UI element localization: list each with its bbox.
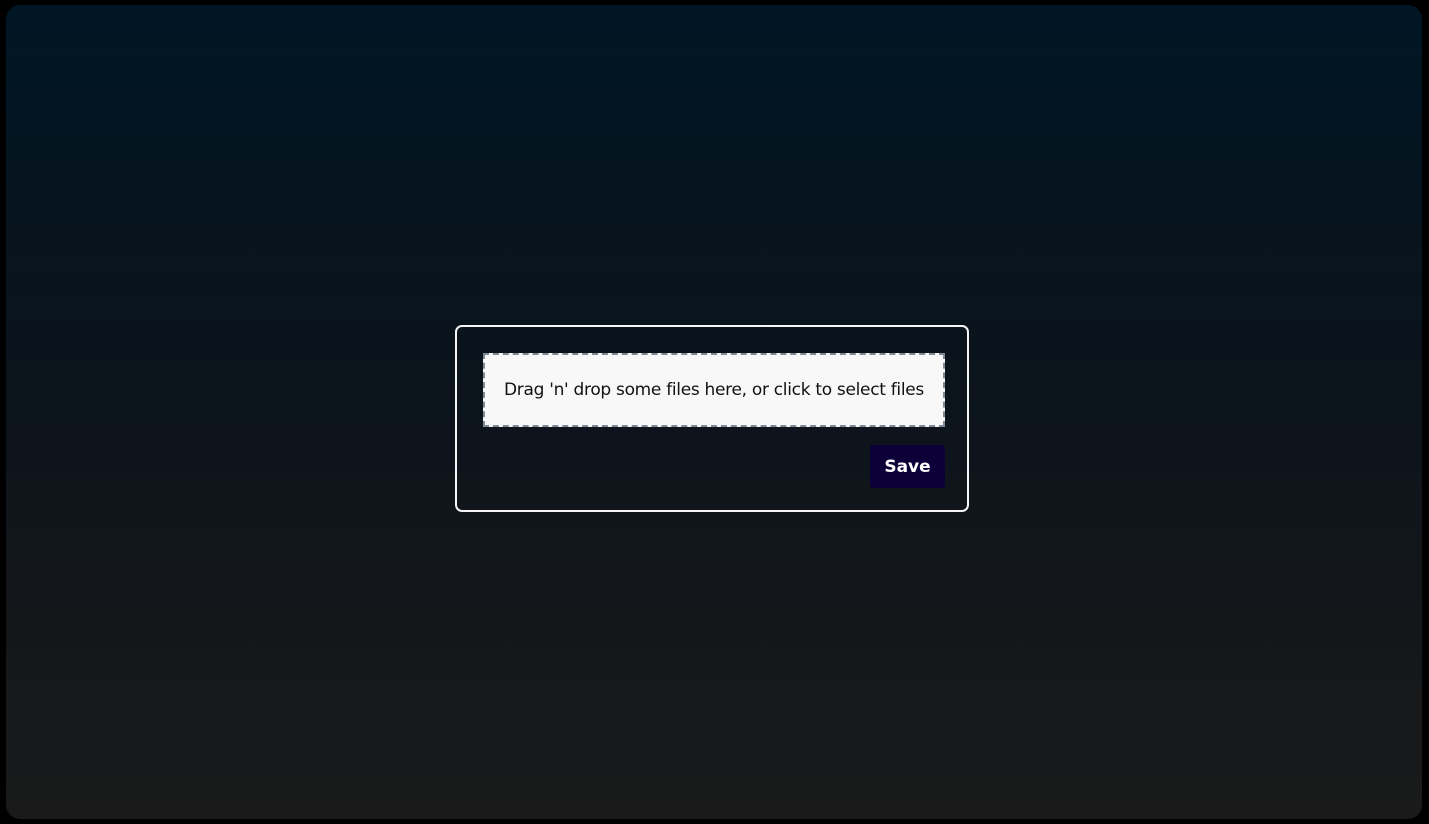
save-button[interactable]: Save	[870, 445, 945, 488]
dropzone-label: Drag 'n' drop some files here, or click …	[504, 380, 924, 400]
upload-card: Drag 'n' drop some files here, or click …	[455, 325, 969, 512]
app-window: Drag 'n' drop some files here, or click …	[6, 5, 1422, 819]
file-dropzone[interactable]: Drag 'n' drop some files here, or click …	[483, 353, 945, 427]
